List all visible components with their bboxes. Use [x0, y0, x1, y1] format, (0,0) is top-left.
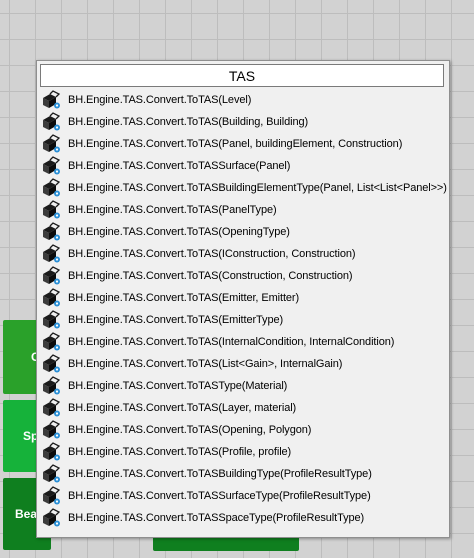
search-result-item[interactable]: BH.Engine.TAS.Convert.ToTAS(Layer, mater… — [39, 397, 447, 419]
search-result-label: BH.Engine.TAS.Convert.ToTAS(Level) — [68, 94, 252, 106]
search-result-label: BH.Engine.TAS.Convert.ToTASSurfaceType(P… — [68, 490, 371, 502]
search-result-item[interactable]: BH.Engine.TAS.Convert.ToTASBuildingEleme… — [39, 177, 447, 199]
bhom-engine-component-icon — [40, 133, 62, 155]
search-result-item[interactable]: BH.Engine.TAS.Convert.ToTASSpaceType(Pro… — [39, 507, 447, 529]
search-result-label: BH.Engine.TAS.Convert.ToTASType(Material… — [68, 380, 288, 392]
search-result-label: BH.Engine.TAS.Convert.ToTAS(Profile, pro… — [68, 446, 292, 458]
bhom-engine-component-icon — [40, 287, 62, 309]
bhom-engine-component-icon — [40, 111, 62, 133]
bhom-engine-component-icon — [40, 463, 62, 485]
bhom-engine-component-icon — [40, 397, 62, 419]
bhom-engine-component-icon — [40, 89, 62, 111]
bhom-engine-component-icon — [40, 177, 62, 199]
search-result-label: BH.Engine.TAS.Convert.ToTASBuildingEleme… — [68, 182, 447, 194]
search-result-label: BH.Engine.TAS.Convert.ToTAS(Building, Bu… — [68, 116, 309, 128]
search-result-item[interactable]: BH.Engine.TAS.Convert.ToTAS(Level) — [39, 89, 447, 111]
search-result-item[interactable]: BH.Engine.TAS.Convert.ToTAS(PanelType) — [39, 199, 447, 221]
search-result-item[interactable]: BH.Engine.TAS.Convert.ToTAS(InternalCond… — [39, 331, 447, 353]
search-result-item[interactable]: BH.Engine.TAS.Convert.ToTAS(Building, Bu… — [39, 111, 447, 133]
search-result-item[interactable]: BH.Engine.TAS.Convert.ToTAS(List<Gain>, … — [39, 353, 447, 375]
bhom-engine-component-icon — [40, 507, 62, 529]
search-result-item[interactable]: BH.Engine.TAS.Convert.ToTAS(Profile, pro… — [39, 441, 447, 463]
bhom-engine-component-icon — [40, 221, 62, 243]
bhom-engine-component-icon — [40, 353, 62, 375]
search-result-label: BH.Engine.TAS.Convert.ToTAS(PanelType) — [68, 204, 277, 216]
search-result-label: BH.Engine.TAS.Convert.ToTASSurface(Panel… — [68, 160, 291, 172]
search-result-label: BH.Engine.TAS.Convert.ToTAS(OpeningType) — [68, 226, 290, 238]
search-result-item[interactable]: BH.Engine.TAS.Convert.ToTAS(Construction… — [39, 265, 447, 287]
search-result-label: BH.Engine.TAS.Convert.ToTAS(InternalCond… — [68, 336, 395, 348]
search-result-label: BH.Engine.TAS.Convert.ToTAS(Emitter, Emi… — [68, 292, 300, 304]
canvas-tile-label: Bea — [15, 507, 38, 521]
bhom-engine-component-icon — [40, 265, 62, 287]
search-result-item[interactable]: BH.Engine.TAS.Convert.ToTAS(OpeningType) — [39, 221, 447, 243]
bhom-engine-component-icon — [40, 309, 62, 331]
search-result-label: BH.Engine.TAS.Convert.ToTAS(Panel, build… — [68, 138, 403, 150]
bhom-engine-component-icon — [40, 331, 62, 353]
search-result-label: BH.Engine.TAS.Convert.ToTAS(Construction… — [68, 270, 353, 282]
bhom-engine-component-icon — [40, 243, 62, 265]
bhom-engine-component-icon — [40, 419, 62, 441]
bhom-engine-component-icon — [40, 441, 62, 463]
search-result-item[interactable]: BH.Engine.TAS.Convert.ToTAS(Emitter, Emi… — [39, 287, 447, 309]
bhom-engine-component-icon — [40, 485, 62, 507]
search-input[interactable] — [40, 64, 444, 87]
search-result-label: BH.Engine.TAS.Convert.ToTAS(EmitterType) — [68, 314, 284, 326]
search-result-item[interactable]: BH.Engine.TAS.Convert.ToTAS(EmitterType) — [39, 309, 447, 331]
search-result-label: BH.Engine.TAS.Convert.ToTAS(Layer, mater… — [68, 402, 297, 414]
search-result-label: BH.Engine.TAS.Convert.ToTAS(List<Gain>, … — [68, 358, 343, 370]
search-result-label: BH.Engine.TAS.Convert.ToTAS(IConstructio… — [68, 248, 356, 260]
search-result-label: BH.Engine.TAS.Convert.ToTASBuildingType(… — [68, 468, 372, 480]
bhom-engine-component-icon — [40, 155, 62, 177]
search-result-item[interactable]: BH.Engine.TAS.Convert.ToTASSurfaceType(P… — [39, 485, 447, 507]
search-result-item[interactable]: BH.Engine.TAS.Convert.ToTASBuildingType(… — [39, 463, 447, 485]
component-search-popup: BH.Engine.TAS.Convert.ToTAS(Level) BH.En… — [36, 60, 450, 538]
search-result-item[interactable]: BH.Engine.TAS.Convert.ToTAS(Panel, build… — [39, 133, 447, 155]
search-result-item[interactable]: BH.Engine.TAS.Convert.ToTAS(Opening, Pol… — [39, 419, 447, 441]
search-result-item[interactable]: BH.Engine.TAS.Convert.ToTAS(IConstructio… — [39, 243, 447, 265]
search-result-item[interactable]: BH.Engine.TAS.Convert.ToTASType(Material… — [39, 375, 447, 397]
search-results-list: BH.Engine.TAS.Convert.ToTAS(Level) BH.En… — [39, 89, 447, 529]
search-result-label: BH.Engine.TAS.Convert.ToTASSpaceType(Pro… — [68, 512, 365, 524]
search-result-item[interactable]: BH.Engine.TAS.Convert.ToTASSurface(Panel… — [39, 155, 447, 177]
bhom-engine-component-icon — [40, 199, 62, 221]
bhom-engine-component-icon — [40, 375, 62, 397]
search-result-label: BH.Engine.TAS.Convert.ToTAS(Opening, Pol… — [68, 424, 312, 436]
